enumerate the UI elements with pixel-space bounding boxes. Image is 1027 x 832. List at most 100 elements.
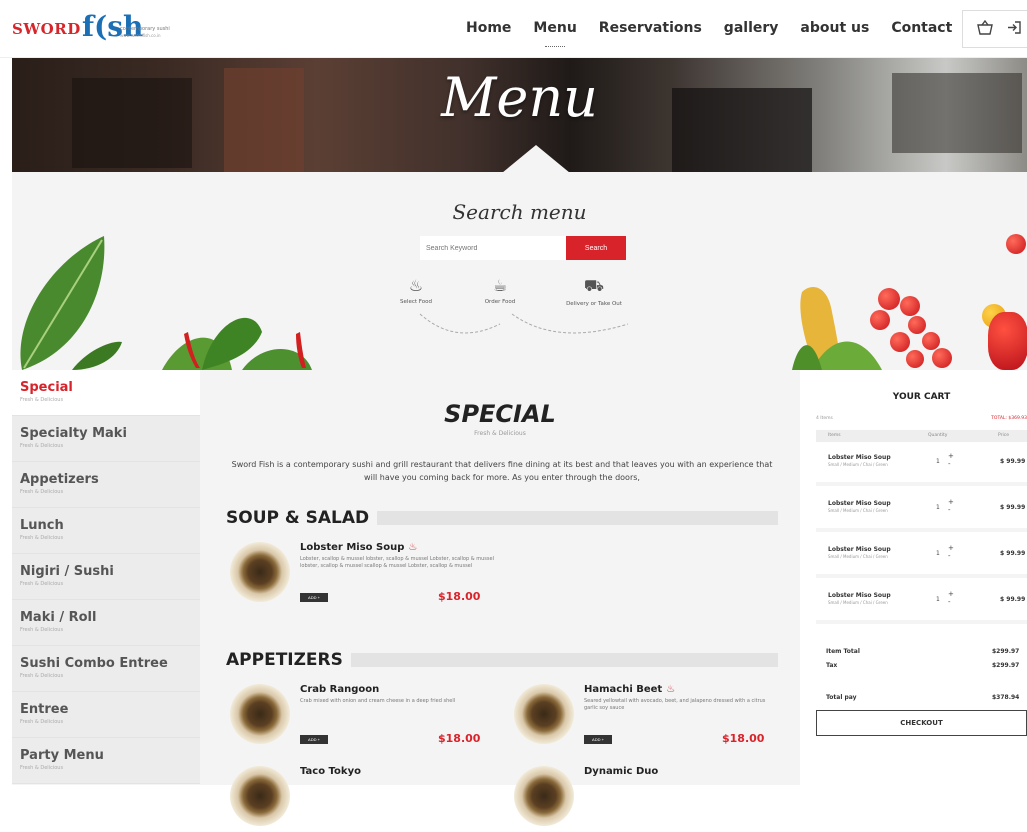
sidebar-item-sushi-combo-entree[interactable]: Sushi Combo Entree Fresh & Delicious bbox=[12, 646, 200, 692]
sidebar-item-nigiri-sushi[interactable]: Nigiri / Sushi Fresh & Delicious bbox=[12, 554, 200, 600]
dish-name-text: Hamachi Beet bbox=[584, 684, 663, 695]
sidebar-item-subtitle: Fresh & Delicious bbox=[20, 443, 64, 449]
main-nav: Home Menu Reservations gallery about us … bbox=[466, 20, 974, 47]
sidebar-item-party-menu[interactable]: Party Menu Fresh & Delicious bbox=[12, 738, 200, 784]
tomato-decor bbox=[870, 310, 890, 330]
total-pay-value: $378.94 bbox=[992, 694, 1020, 701]
tomato-decor bbox=[900, 296, 920, 316]
tomato-decor bbox=[922, 332, 940, 350]
sidebar-item-subtitle: Fresh & Delicious bbox=[20, 673, 64, 679]
cart-row: Lobster Miso Soup Small / Medium / Chai … bbox=[816, 536, 1027, 578]
cart-row-price: $ 99.99 bbox=[1000, 458, 1026, 465]
cart-total-summary: TOTAL: $369.93 bbox=[991, 416, 1027, 421]
cart-row-qty: 1 bbox=[936, 458, 940, 465]
sidebar-item-subtitle: Fresh & Delicious bbox=[20, 581, 64, 587]
brand-name-part: SWORD bbox=[12, 20, 81, 38]
cart-row-name: Lobster Miso Soup bbox=[828, 454, 891, 461]
search-title: Search menu bbox=[452, 200, 587, 224]
dish-description: Lobster, scallop & mussel lobster, scall… bbox=[300, 556, 494, 569]
sidebar-item-subtitle: Fresh & Delicious bbox=[20, 397, 64, 403]
sidebar-item-subtitle: Fresh & Delicious bbox=[20, 765, 64, 771]
cart-row-options: Small / Medium / Chai / Green bbox=[828, 462, 888, 467]
basket-icon[interactable] bbox=[977, 19, 993, 39]
sidebar-item-appetizers[interactable]: Appetizers Fresh & Delicious bbox=[12, 462, 200, 508]
tax-label: Tax bbox=[826, 662, 838, 669]
sidebar-item-subtitle: Fresh & Delicious bbox=[20, 627, 64, 633]
cart-panel: YOUR CART 4 Items TOTAL: $369.93 Items Q… bbox=[816, 370, 1027, 785]
cart-row: Lobster Miso Soup Small / Medium / Chai … bbox=[816, 490, 1027, 532]
menu-item-crab-rangoon: Crab Rangoon Crab mixed with onion and c… bbox=[230, 684, 510, 750]
cart-row-price: $ 99.99 bbox=[1000, 550, 1026, 557]
search-button[interactable]: Search bbox=[566, 236, 626, 260]
menu-content: SPECIAL Fresh & Delicious Sword Fish is … bbox=[200, 370, 800, 826]
order-icon: ☕ bbox=[492, 276, 508, 295]
total-pay-label: Total pay bbox=[826, 694, 857, 701]
quantity-stepper[interactable]: + - bbox=[948, 544, 954, 560]
menu-section-description: Sword Fish is a contemporary sushi and g… bbox=[231, 460, 773, 482]
add-to-cart-button[interactable]: ADD + bbox=[300, 593, 328, 602]
dish-name: Hamachi Beet ♨ bbox=[584, 684, 675, 695]
tomato-decor bbox=[906, 350, 924, 368]
tax-value: $299.97 bbox=[992, 662, 1020, 669]
add-to-cart-button[interactable]: ADD + bbox=[300, 735, 328, 744]
sidebar-item-maki-roll[interactable]: Maki / Roll Fresh & Delicious bbox=[12, 600, 200, 646]
dish-price: $18.00 bbox=[722, 732, 765, 745]
tomato-decor bbox=[890, 332, 910, 352]
cart-row-price: $ 99.99 bbox=[1000, 504, 1026, 511]
cart-row-options: Small / Medium / Chai / Green bbox=[828, 508, 888, 513]
sidebar-item-title: Special bbox=[20, 380, 73, 395]
sidebar-item-title: Appetizers bbox=[20, 472, 99, 487]
brand-tagline: contemporary sushi bbox=[120, 26, 170, 32]
cart-row-qty: 1 bbox=[936, 504, 940, 511]
sidebar-item-specialty-maki[interactable]: Specialty Maki Fresh & Delicious bbox=[12, 416, 200, 462]
step-label: Delivery or Take Out bbox=[566, 301, 622, 307]
cart-title: YOUR CART bbox=[892, 392, 951, 402]
nav-gallery[interactable]: gallery bbox=[724, 20, 779, 36]
sidebar-item-entree[interactable]: Entree Fresh & Delicious bbox=[12, 692, 200, 738]
pepper-decor bbox=[162, 317, 312, 370]
cart-row-name: Lobster Miso Soup bbox=[828, 500, 891, 507]
spicy-icon: ♨ bbox=[408, 542, 418, 553]
cart-tax: Tax $299.97 bbox=[826, 662, 1027, 669]
sidebar-item-title: Sushi Combo Entree bbox=[20, 656, 168, 671]
dish-price: $18.00 bbox=[438, 590, 481, 603]
cart-col-items: Items bbox=[828, 433, 841, 438]
add-to-cart-button[interactable]: ADD + bbox=[584, 735, 612, 744]
search-input[interactable] bbox=[420, 236, 566, 260]
cart-row-options: Small / Medium / Chai / Green bbox=[828, 554, 888, 559]
sidebar-item-title: Specialty Maki bbox=[20, 426, 127, 441]
cart-total-pay: Total pay $378.94 bbox=[826, 694, 1027, 701]
header-actions bbox=[962, 10, 1027, 48]
nav-menu[interactable]: Menu bbox=[533, 20, 577, 47]
cart-row-name: Lobster Miso Soup bbox=[828, 592, 891, 599]
login-icon[interactable] bbox=[1007, 20, 1021, 39]
hero-notch bbox=[502, 145, 570, 172]
checkout-button[interactable]: CHECKOUT bbox=[816, 710, 1027, 736]
sidebar-item-lunch[interactable]: Lunch Fresh & Delicious bbox=[12, 508, 200, 554]
nav-about-us[interactable]: about us bbox=[800, 20, 869, 36]
quantity-stepper[interactable]: + - bbox=[948, 498, 954, 514]
nav-contact[interactable]: Contact bbox=[891, 20, 952, 36]
sidebar-item-title: Lunch bbox=[20, 518, 64, 533]
cart-col-quantity: Quantity bbox=[928, 433, 948, 438]
step-select-food: ♨ Select Food bbox=[386, 276, 446, 305]
nav-home[interactable]: Home bbox=[466, 20, 511, 36]
sidebar-item-title: Entree bbox=[20, 702, 69, 717]
header: SWORD f(sh contemporary sushi www.swordf… bbox=[0, 0, 1027, 58]
quantity-stepper[interactable]: + - bbox=[948, 590, 954, 606]
category-header-soup-salad: SOUP & SALAD bbox=[226, 508, 778, 528]
bell-pepper-decor bbox=[988, 312, 1027, 370]
cart-item-count: 4 Items bbox=[816, 416, 833, 421]
spicy-icon: ♨ bbox=[666, 684, 676, 695]
item-total-value: $299.97 bbox=[992, 648, 1020, 655]
sidebar-item-subtitle: Fresh & Delicious bbox=[20, 489, 64, 495]
category-header-appetizers: APPETIZERS bbox=[226, 650, 778, 670]
brand-logo[interactable]: SWORD f(sh contemporary sushi www.swordf… bbox=[12, 12, 182, 46]
quantity-stepper[interactable]: + - bbox=[948, 452, 954, 468]
dish-name: Taco Tokyo bbox=[300, 766, 361, 777]
category-title: SOUP & SALAD bbox=[226, 508, 378, 528]
nav-reservations[interactable]: Reservations bbox=[599, 20, 702, 36]
cart-row-options: Small / Medium / Chai / Green bbox=[828, 600, 888, 605]
cart-meta: 4 Items TOTAL: $369.93 bbox=[816, 416, 1027, 421]
sidebar-item-special[interactable]: Special Fresh & Delicious bbox=[12, 370, 200, 416]
